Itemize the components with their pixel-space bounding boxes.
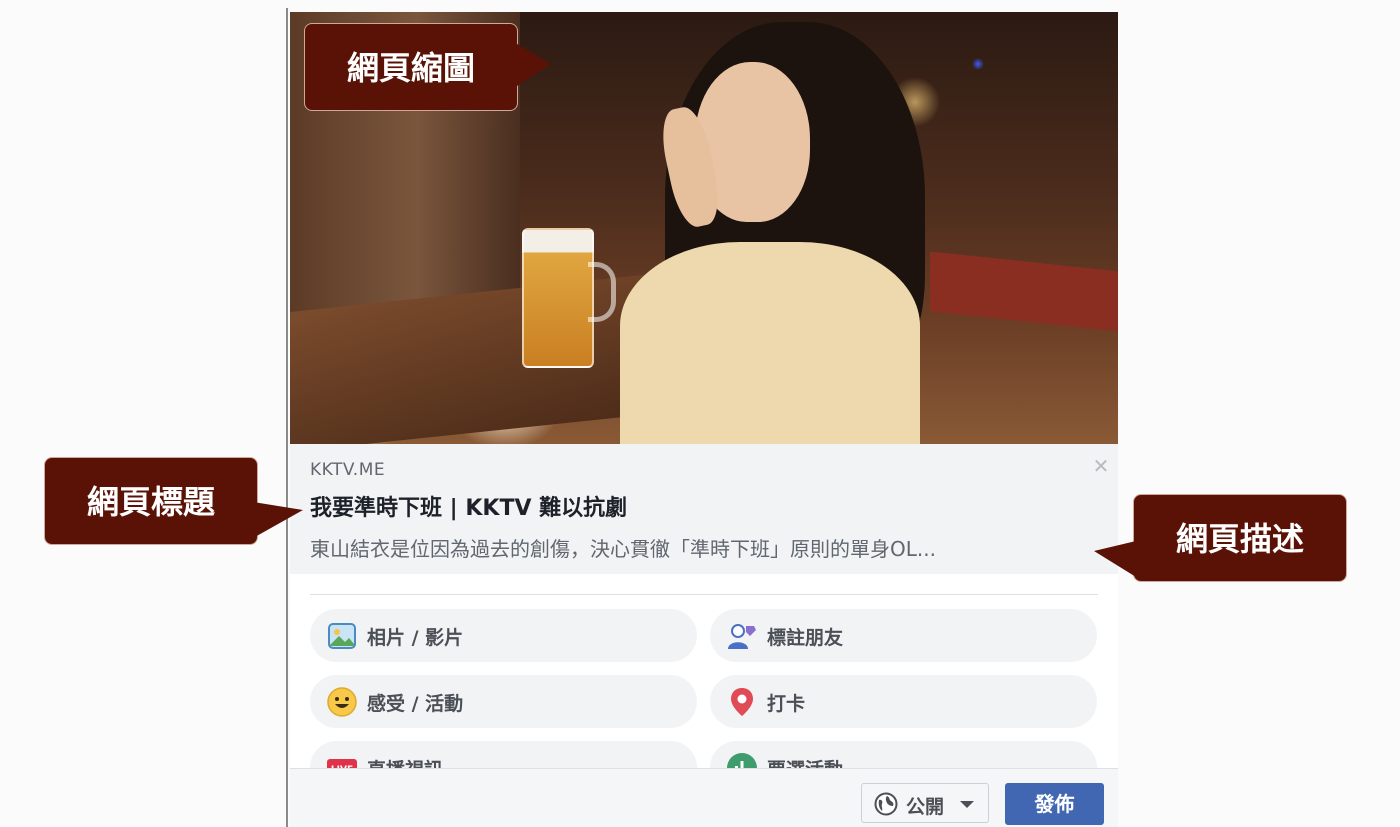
photo-video-label: 相片 / 影片 bbox=[367, 627, 464, 649]
privacy-selector[interactable]: 公開 bbox=[861, 783, 989, 823]
page: KKTV.ME 我要準時下班 | KKTV 難以抗劇 東山結衣是位因為過去的創傷… bbox=[0, 0, 1400, 827]
tag-friends-button[interactable]: 標註朋友 bbox=[710, 609, 1097, 662]
callout-pointer bbox=[1094, 541, 1136, 577]
tag-friends-label: 標註朋友 bbox=[767, 627, 844, 649]
link-preview-info[interactable]: KKTV.ME 我要準時下班 | KKTV 難以抗劇 東山結衣是位因為過去的創傷… bbox=[290, 444, 1118, 574]
post-button[interactable]: 發佈 bbox=[1005, 783, 1104, 825]
callout-thumbnail-text: 網頁縮圖 bbox=[346, 49, 475, 87]
caret-down-icon bbox=[960, 801, 974, 808]
divider bbox=[310, 594, 1098, 595]
tag-friend-icon bbox=[728, 624, 756, 649]
privacy-label: 公開 bbox=[906, 796, 945, 818]
callout-title-text: 網頁標題 bbox=[86, 483, 215, 521]
feeling-activity-button[interactable]: 感受 / 活動 bbox=[310, 675, 697, 728]
left-divider-line bbox=[286, 8, 288, 827]
callout-description: 網頁描述 bbox=[1094, 494, 1347, 582]
callout-thumbnail: 網頁縮圖 bbox=[304, 23, 551, 111]
smiley-icon bbox=[327, 687, 357, 717]
post-composer: KKTV.ME 我要準時下班 | KKTV 難以抗劇 東山結衣是位因為過去的創傷… bbox=[290, 12, 1118, 827]
globe-icon bbox=[874, 792, 898, 816]
photo-video-button[interactable]: 相片 / 影片 bbox=[310, 609, 697, 662]
callout-description-text: 網頁描述 bbox=[1175, 520, 1304, 558]
preview-description: 東山結衣是位因為過去的創傷，決心貫徹「準時下班」原則的單身OL... bbox=[310, 537, 936, 561]
location-pin-icon bbox=[731, 688, 753, 716]
check-in-button[interactable]: 打卡 bbox=[710, 675, 1097, 728]
callout-pointer bbox=[517, 44, 551, 86]
composer-footer: 公開 發佈 bbox=[290, 768, 1118, 827]
check-in-label: 打卡 bbox=[767, 693, 806, 715]
preview-title: 我要準時下班 | KKTV 難以抗劇 bbox=[310, 496, 628, 521]
callout-title: 網頁標題 bbox=[44, 457, 303, 545]
close-icon[interactable]: ✕ bbox=[1092, 456, 1110, 476]
feeling-activity-label: 感受 / 活動 bbox=[367, 693, 464, 715]
photo-icon bbox=[328, 623, 356, 649]
callout-pointer bbox=[253, 502, 303, 538]
preview-domain: KKTV.ME bbox=[310, 460, 386, 480]
